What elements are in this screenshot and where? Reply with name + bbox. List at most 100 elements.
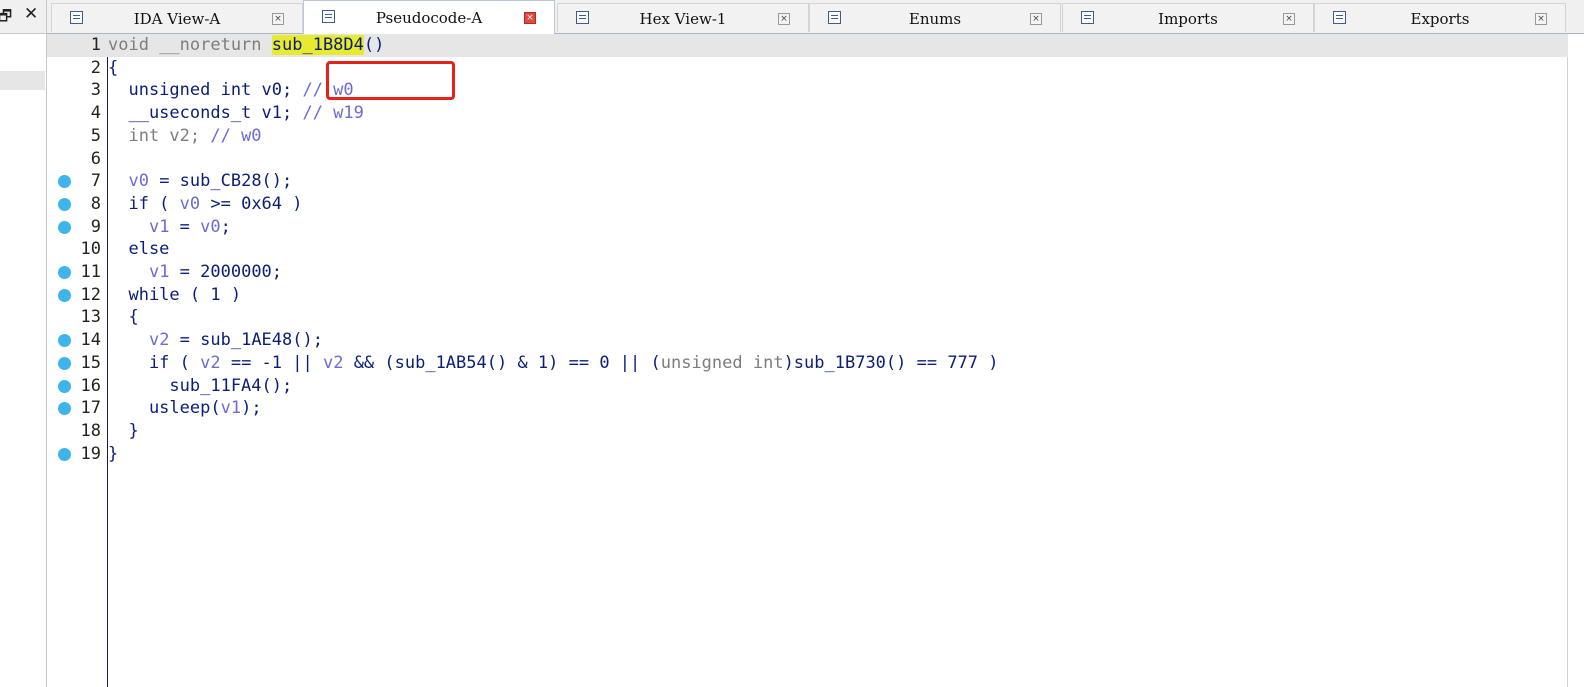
annotation-red-box xyxy=(326,61,455,100)
code-text: while ( 1 ) xyxy=(108,284,241,307)
code-line[interactable]: 14 v2 = sub_1AE48(); xyxy=(47,329,1568,352)
line-number: 8 xyxy=(90,193,101,214)
code-text: else xyxy=(108,238,169,261)
code-token: v0 xyxy=(200,216,221,237)
code-line[interactable]: 9 v1 = v0; xyxy=(47,216,1568,239)
tab-bar: IDA View-A × Pseudocode-A × Hex View-1 × Enums… xyxy=(47,0,1584,34)
line-number: 11 xyxy=(80,262,101,282)
pseudocode-editor[interactable]: 1 void __noreturn sub_1B8D4() 2{3 unsigned… xyxy=(47,34,1584,687)
code-token: )sub_1B730() == 777 ) xyxy=(783,352,999,373)
code-token: unsigned int xyxy=(660,352,784,373)
code-text: { xyxy=(108,57,118,80)
code-text: unsigned int v0; // w0 xyxy=(108,79,353,102)
code-line[interactable]: 12 while ( 1 ) xyxy=(47,284,1568,307)
tab-pseudocode-a[interactable]: Pseudocode-A × xyxy=(303,0,555,34)
code-text: sub_11FA4(); xyxy=(108,375,292,398)
line-number: 4 xyxy=(90,103,101,124)
code-token: ); xyxy=(241,398,262,419)
restore-window-icon[interactable]: 🗗 xyxy=(0,6,12,31)
code-line[interactable]: 16 sub_11FA4(); xyxy=(47,375,1568,398)
code-token: v1 xyxy=(148,262,170,282)
code-text: int v2; // w0 xyxy=(108,125,262,148)
code-token: // w0 xyxy=(210,125,262,146)
tab-enums[interactable]: Enums × xyxy=(809,3,1061,32)
code-line[interactable]: 8 if ( v0 >= 0x64 ) xyxy=(47,193,1568,216)
code-line[interactable]: 15 if ( v2 == -1 || v2 && (sub_1AB54() &… xyxy=(47,352,1568,375)
code-line[interactable]: 4 __useconds_t v1; // w19 xyxy=(47,102,1568,125)
code-token: = xyxy=(169,216,201,237)
close-panel-icon[interactable]: ✕ xyxy=(24,4,38,24)
code-text: v2 = sub_1AE48(); xyxy=(108,329,323,352)
code-line[interactable]: 6 xyxy=(47,148,1568,171)
code-line[interactable]: 17 usleep(v1); xyxy=(47,397,1568,420)
code-token: == -1 || xyxy=(220,352,323,373)
code-token: if ( xyxy=(108,193,180,214)
code-token: v2 xyxy=(322,352,344,373)
tab-close-icon[interactable]: × xyxy=(1283,13,1295,25)
code-line[interactable]: 5 int v2; // w0 xyxy=(47,125,1568,148)
code-text: } xyxy=(108,420,139,443)
code-token: while ( 1 ) xyxy=(108,284,242,305)
code-token: if ( xyxy=(108,352,201,373)
tab-ida-view-a[interactable]: IDA View-A × xyxy=(51,3,303,32)
tab-label: Hex View-1 xyxy=(639,10,727,28)
code-token: __useconds_t v1; xyxy=(108,103,303,124)
tab-imports[interactable]: Imports × xyxy=(1062,3,1314,32)
code-token: sub_11FA4(); xyxy=(108,375,293,396)
code-line[interactable]: 3 unsigned int v0; // w0 xyxy=(47,79,1568,102)
code-line[interactable]: 11 v1 = 2000000; xyxy=(47,261,1568,284)
tab-label: Imports xyxy=(1158,10,1218,28)
code-token: void __noreturn xyxy=(108,35,272,55)
code-text: __useconds_t v1; // w19 xyxy=(108,102,363,125)
code-text: usleep(v1); xyxy=(108,397,262,420)
line-number: 6 xyxy=(90,148,101,169)
code-token: () xyxy=(363,35,385,55)
line-number: 12 xyxy=(80,284,101,305)
code-line[interactable]: 7 v0 = sub_CB28(); xyxy=(47,170,1568,193)
line-number: 7 xyxy=(90,171,101,192)
code-token: usleep( xyxy=(108,398,221,419)
code-text: void __noreturn sub_1B8D4() xyxy=(108,34,384,57)
line-number: 9 xyxy=(90,216,101,237)
tab-label: IDA View-A xyxy=(133,10,221,28)
line-number: 19 xyxy=(80,443,101,464)
code-text: } xyxy=(108,443,118,466)
code-token: ; xyxy=(220,216,231,237)
code-line[interactable]: 19} xyxy=(47,443,1568,466)
tab-hex-view-1[interactable]: Hex View-1 × xyxy=(557,3,809,32)
tab-close-icon[interactable]: × xyxy=(1030,13,1042,25)
code-line[interactable]: 13 { xyxy=(47,306,1568,329)
code-token: } xyxy=(108,420,139,441)
tab-label: Enums xyxy=(908,10,962,28)
line-number: 13 xyxy=(80,307,101,328)
code-token: v1 xyxy=(148,216,170,237)
code-token: v0 xyxy=(179,193,201,214)
tab-close-icon[interactable]: × xyxy=(272,13,284,25)
tab-label: Exports xyxy=(1410,10,1470,28)
code-token: { xyxy=(108,307,139,328)
line-number: 16 xyxy=(80,375,101,396)
code-token: unsigned int v0; xyxy=(108,80,303,101)
code-token: { xyxy=(108,57,119,78)
tab-close-icon[interactable]: × xyxy=(524,12,536,24)
code-line[interactable]: 1 void __noreturn sub_1B8D4() xyxy=(47,34,1568,57)
code-token: && (sub_1AB54() & 1) == 0 || ( xyxy=(343,352,661,373)
code-token: v2 xyxy=(148,330,170,351)
tab-exports[interactable]: Exports × xyxy=(1314,3,1566,32)
function-name-highlight[interactable]: sub_1B8D4 xyxy=(271,35,364,55)
code-line[interactable]: 18 } xyxy=(47,420,1568,443)
left-panel-selected-row[interactable] xyxy=(0,71,45,90)
left-panel-header: 🗗 ✕ xyxy=(0,0,46,34)
code-token: } xyxy=(108,443,119,464)
tab-close-icon[interactable]: × xyxy=(1535,13,1547,25)
code-text: if ( v2 == -1 || v2 && (sub_1AB54() & 1)… xyxy=(108,352,999,375)
line-number: 17 xyxy=(80,398,101,419)
code-line[interactable]: 10 else xyxy=(47,238,1568,261)
tab-close-icon[interactable]: × xyxy=(778,13,790,25)
line-number: 14 xyxy=(80,330,101,351)
line-number: 5 xyxy=(90,125,101,146)
code-line[interactable]: 2{ xyxy=(47,57,1568,80)
